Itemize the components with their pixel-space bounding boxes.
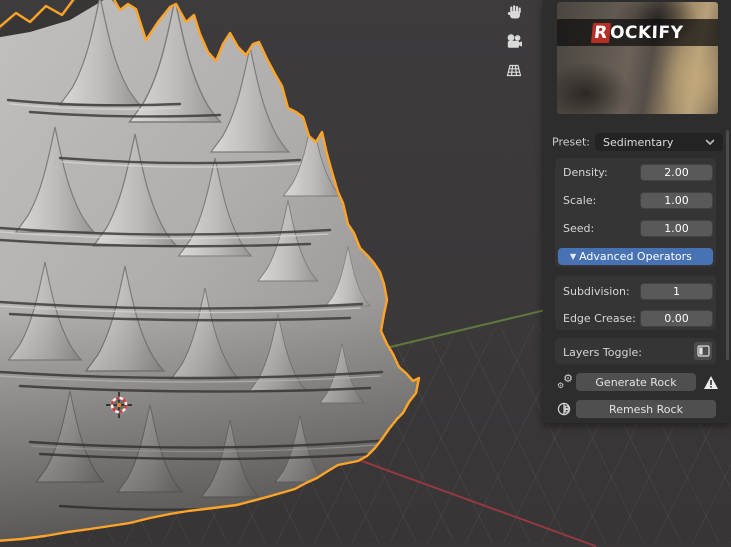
warning-icon [702, 373, 720, 391]
generate-row: ⚙⚙ Generate Rock [543, 373, 731, 392]
generate-rock-button[interactable]: Generate Rock [576, 373, 696, 391]
generation-settings-box: Density: 2.00 Scale: 1.00 Seed: 1.00 ▼ A… [555, 158, 716, 267]
density-label: Density: [563, 166, 608, 179]
rockify-preview-image[interactable]: ROCKIFY [557, 2, 718, 114]
remesh-sphere-icon [555, 400, 575, 418]
edge-crease-field[interactable]: 0.00 [640, 310, 713, 327]
advanced-operators-button[interactable]: ▼ Advanced Operators [558, 248, 713, 265]
preset-value: Sedimentary [603, 136, 673, 149]
preset-label: Preset: [552, 136, 590, 149]
rock-surface-detail [0, 0, 440, 543]
rockify-panel: ROCKIFY Preset: Sedimentary Density: 2.0… [543, 0, 731, 423]
layers-toggle-button[interactable] [694, 342, 712, 360]
grid-icon[interactable] [503, 60, 525, 80]
rock-mesh-object[interactable] [0, 0, 440, 543]
camera-icon[interactable] [503, 31, 525, 51]
edge-crease-label: Edge Crease: [563, 312, 636, 325]
brand-text: OCKIFY [609, 23, 683, 43]
layers-toggle-box: Layers Toggle: [555, 338, 716, 364]
seed-label: Seed: [563, 222, 594, 235]
gears-icon: ⚙⚙ [555, 373, 575, 391]
subdivision-settings-box: Subdivision: 1 Edge Crease: 0.00 [555, 276, 716, 330]
chevron-down-icon [705, 139, 715, 146]
sidebar-panel-icon [697, 345, 710, 357]
rockify-banner: ROCKIFY [557, 19, 718, 46]
advanced-operators-label: Advanced Operators [579, 250, 692, 263]
preset-dropdown[interactable]: Sedimentary [595, 133, 723, 151]
preset-row: Preset: Sedimentary [543, 133, 731, 151]
subdivision-label: Subdivision: [563, 285, 630, 298]
subdivision-field[interactable]: 1 [640, 283, 713, 300]
density-field[interactable]: 2.00 [640, 164, 713, 181]
panel-scrollbar[interactable] [726, 130, 729, 360]
seed-field[interactable]: 1.00 [640, 220, 713, 237]
scale-label: Scale: [563, 194, 596, 207]
viewport-nav-gizmo [503, 2, 525, 80]
remesh-row: Remesh Rock [543, 400, 731, 418]
3d-cursor-icon [106, 392, 132, 418]
remesh-rock-button[interactable]: Remesh Rock [576, 400, 716, 418]
layers-toggle-label: Layers Toggle: [563, 346, 642, 359]
triangle-down-icon: ▼ [570, 252, 576, 261]
scale-field[interactable]: 1.00 [640, 192, 713, 209]
hand-icon[interactable] [503, 2, 525, 22]
brand-letter: R [591, 23, 611, 43]
